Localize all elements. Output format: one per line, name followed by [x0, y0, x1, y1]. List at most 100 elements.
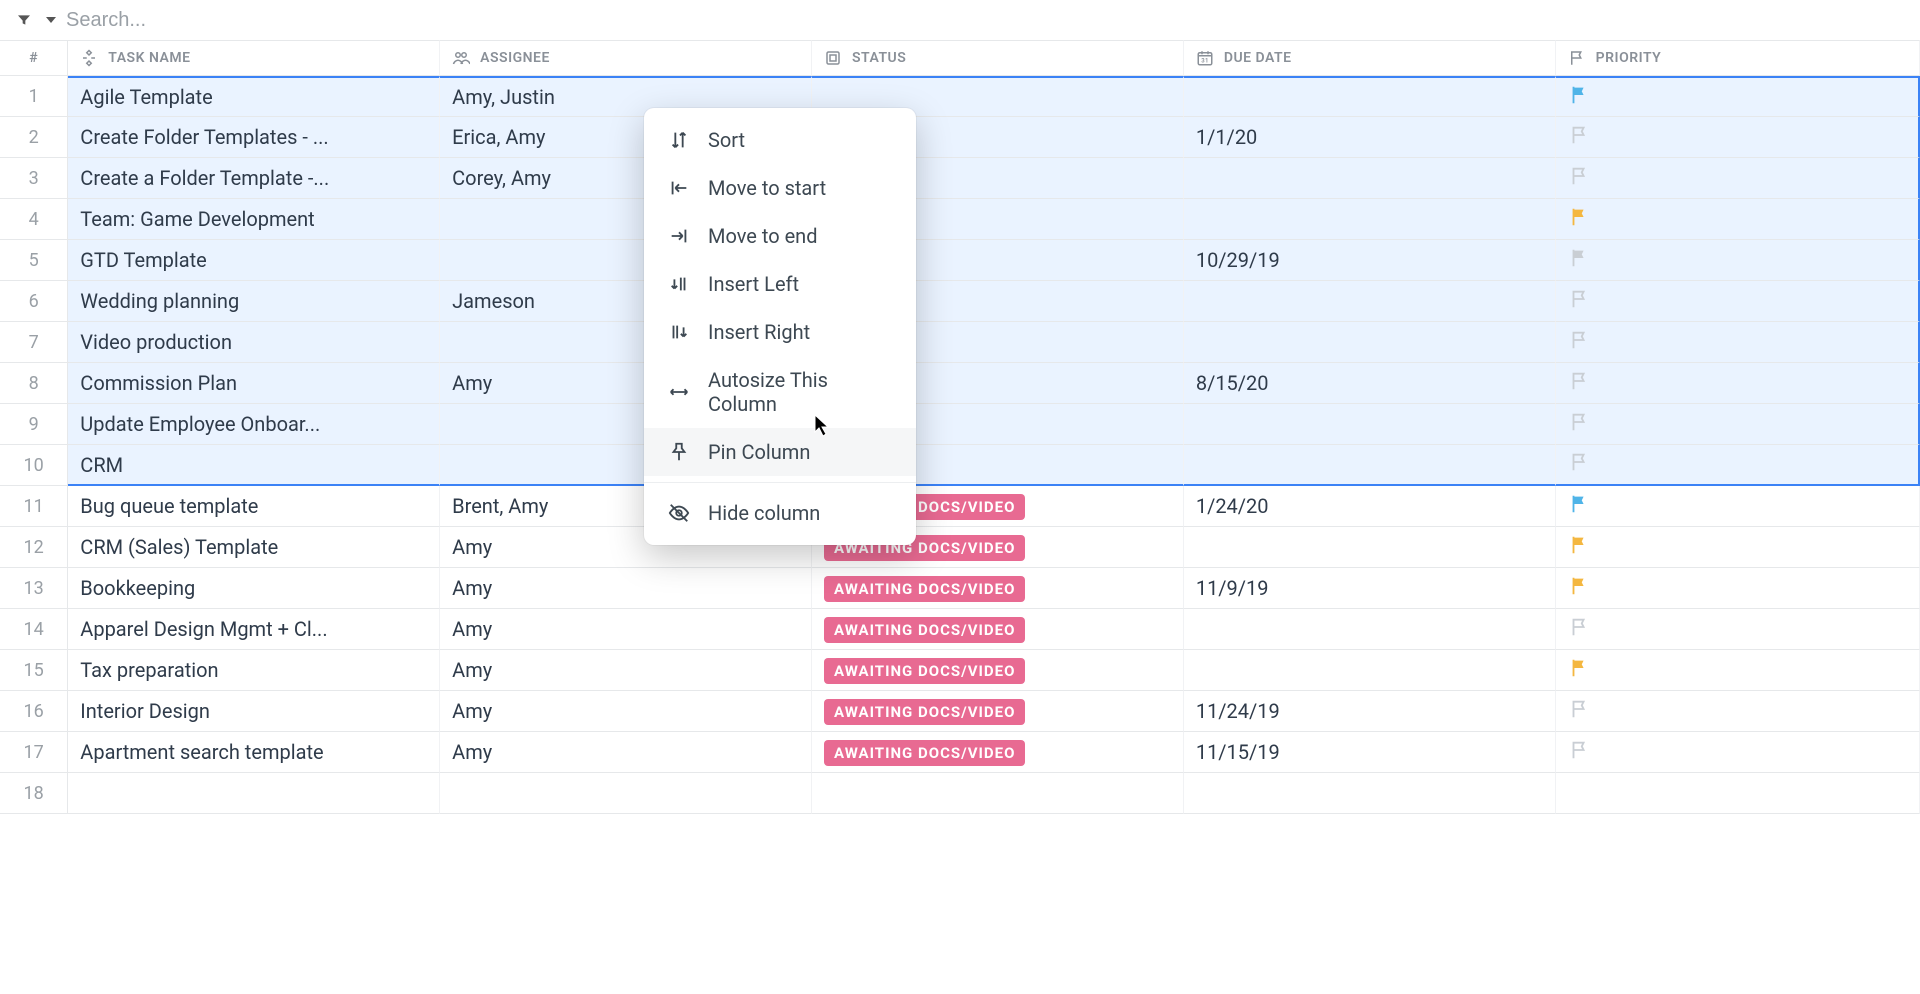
table-row[interactable]: 17Apartment search templateAmyAWAITING D… [0, 732, 1920, 773]
context-move-end[interactable]: Move to end [644, 212, 916, 260]
context-hide[interactable]: Hide column [644, 489, 916, 537]
due-date-cell[interactable] [1184, 281, 1556, 322]
filter-icon[interactable] [16, 12, 32, 28]
column-header-priority[interactable]: PRIORITY [1556, 40, 1920, 76]
task-name-cell[interactable]: Wedding planning [68, 281, 440, 322]
column-header-task[interactable]: TASK NAME [68, 40, 440, 76]
due-date-cell[interactable]: 10/29/19 [1184, 240, 1556, 281]
task-name-cell[interactable]: Apparel Design Mgmt + Cl... [68, 609, 440, 650]
priority-cell[interactable] [1556, 240, 1920, 281]
task-name-cell[interactable]: Bug queue template [68, 486, 440, 527]
due-date-cell[interactable] [1184, 773, 1556, 814]
due-date-cell[interactable]: 8/15/20 [1184, 363, 1556, 404]
priority-cell[interactable] [1556, 650, 1920, 691]
priority-cell[interactable] [1556, 568, 1920, 609]
context-insert-right[interactable]: Insert Right [644, 308, 916, 356]
assignee-cell[interactable]: Amy [440, 691, 812, 732]
column-header-due[interactable]: 31 DUE DATE [1184, 40, 1556, 76]
priority-cell[interactable] [1556, 527, 1920, 568]
column-header-assignee[interactable]: ASSIGNEE [440, 40, 812, 76]
assignee-cell[interactable]: Amy [440, 609, 812, 650]
task-name-cell[interactable]: CRM (Sales) Template [68, 527, 440, 568]
task-name-cell[interactable]: Update Employee Onboar... [68, 404, 440, 445]
priority-cell[interactable] [1556, 322, 1920, 363]
column-header-number[interactable]: # [0, 40, 68, 76]
table-row[interactable]: 11Bug queue templateBrent, AmyAWAITING D… [0, 486, 1920, 527]
table-row[interactable]: 2Create Folder Templates - ...Erica, Amy… [0, 117, 1920, 158]
context-sort[interactable]: Sort [644, 116, 916, 164]
filter-dropdown-caret-icon[interactable] [46, 17, 56, 23]
priority-cell[interactable] [1556, 773, 1920, 814]
table-row[interactable]: 4Team: Game Development [0, 199, 1920, 240]
status-cell[interactable]: AWAITING DOCS/VIDEO [812, 732, 1184, 773]
task-name-cell[interactable] [68, 773, 440, 814]
table-row[interactable]: 16Interior DesignAmyAWAITING DOCS/VIDEO1… [0, 691, 1920, 732]
task-name-cell[interactable]: GTD Template [68, 240, 440, 281]
task-name-cell[interactable]: Create a Folder Template -... [68, 158, 440, 199]
column-header-status[interactable]: STATUS [812, 40, 1184, 76]
context-insert-left[interactable]: Insert Left [644, 260, 916, 308]
task-name-cell[interactable]: CRM [68, 445, 440, 486]
priority-cell[interactable] [1556, 404, 1920, 445]
assignee-cell[interactable] [440, 773, 812, 814]
task-name-cell[interactable]: Tax preparation [68, 650, 440, 691]
priority-cell[interactable] [1556, 363, 1920, 404]
context-move-start[interactable]: Move to start [644, 164, 916, 212]
priority-cell[interactable] [1556, 445, 1920, 486]
assignee-cell[interactable]: Amy [440, 650, 812, 691]
assignee-cell[interactable]: Amy [440, 568, 812, 609]
task-name-cell[interactable]: Bookkeeping [68, 568, 440, 609]
status-cell[interactable]: AWAITING DOCS/VIDEO [812, 568, 1184, 609]
priority-cell[interactable] [1556, 732, 1920, 773]
table-row[interactable]: 8Commission PlanAmy8/15/20 [0, 363, 1920, 404]
priority-cell[interactable] [1556, 281, 1920, 322]
status-cell[interactable]: AWAITING DOCS/VIDEO [812, 650, 1184, 691]
due-date-cell[interactable] [1184, 650, 1556, 691]
table-row[interactable]: 10CRM [0, 445, 1920, 486]
context-autosize[interactable]: Autosize This Column [644, 356, 916, 428]
table-row[interactable]: 6Wedding planningJameson [0, 281, 1920, 322]
task-name-cell[interactable]: Apartment search template [68, 732, 440, 773]
priority-cell[interactable] [1556, 486, 1920, 527]
context-pin[interactable]: Pin Column [644, 428, 916, 476]
task-name-cell[interactable]: Agile Template [68, 76, 440, 117]
table-row[interactable]: 14Apparel Design Mgmt + Cl...AmyAWAITING… [0, 609, 1920, 650]
table-row[interactable]: 18 [0, 773, 1920, 814]
due-date-cell[interactable]: 11/15/19 [1184, 732, 1556, 773]
due-date-cell[interactable] [1184, 76, 1556, 117]
table-row[interactable]: 1Agile TemplateAmy, Justin [0, 76, 1920, 117]
table-row[interactable]: 13BookkeepingAmyAWAITING DOCS/VIDEO11/9/… [0, 568, 1920, 609]
due-date-cell[interactable] [1184, 199, 1556, 240]
assignee-cell[interactable]: Amy [440, 732, 812, 773]
task-name-cell[interactable]: Team: Game Development [68, 199, 440, 240]
task-name-cell[interactable]: Commission Plan [68, 363, 440, 404]
status-cell[interactable]: AWAITING DOCS/VIDEO [812, 691, 1184, 732]
due-date-cell[interactable] [1184, 445, 1556, 486]
task-name-cell[interactable]: Create Folder Templates - ... [68, 117, 440, 158]
due-date-cell[interactable]: 1/1/20 [1184, 117, 1556, 158]
due-date-cell[interactable]: 11/9/19 [1184, 568, 1556, 609]
status-cell[interactable]: AWAITING DOCS/VIDEO [812, 609, 1184, 650]
table-row[interactable]: 3Create a Folder Template -...Corey, Amy [0, 158, 1920, 199]
search-input[interactable] [66, 9, 331, 32]
due-date-cell[interactable]: 11/24/19 [1184, 691, 1556, 732]
priority-cell[interactable] [1556, 691, 1920, 732]
due-date-cell[interactable] [1184, 322, 1556, 363]
priority-cell[interactable] [1556, 76, 1920, 117]
due-date-cell[interactable] [1184, 609, 1556, 650]
priority-cell[interactable] [1556, 199, 1920, 240]
due-date-cell[interactable] [1184, 404, 1556, 445]
task-name-cell[interactable]: Video production [68, 322, 440, 363]
table-row[interactable]: 15Tax preparationAmyAWAITING DOCS/VIDEO [0, 650, 1920, 691]
priority-cell[interactable] [1556, 609, 1920, 650]
priority-cell[interactable] [1556, 158, 1920, 199]
due-date-cell[interactable]: 1/24/20 [1184, 486, 1556, 527]
task-name-cell[interactable]: Interior Design [68, 691, 440, 732]
table-row[interactable]: 5GTD Template10/29/19 [0, 240, 1920, 281]
due-date-cell[interactable] [1184, 158, 1556, 199]
due-date-cell[interactable] [1184, 527, 1556, 568]
priority-cell[interactable] [1556, 117, 1920, 158]
status-cell[interactable] [812, 773, 1184, 814]
table-row[interactable]: 7Video production [0, 322, 1920, 363]
table-row[interactable]: 12CRM (Sales) TemplateAmyAWAITING DOCS/V… [0, 527, 1920, 568]
